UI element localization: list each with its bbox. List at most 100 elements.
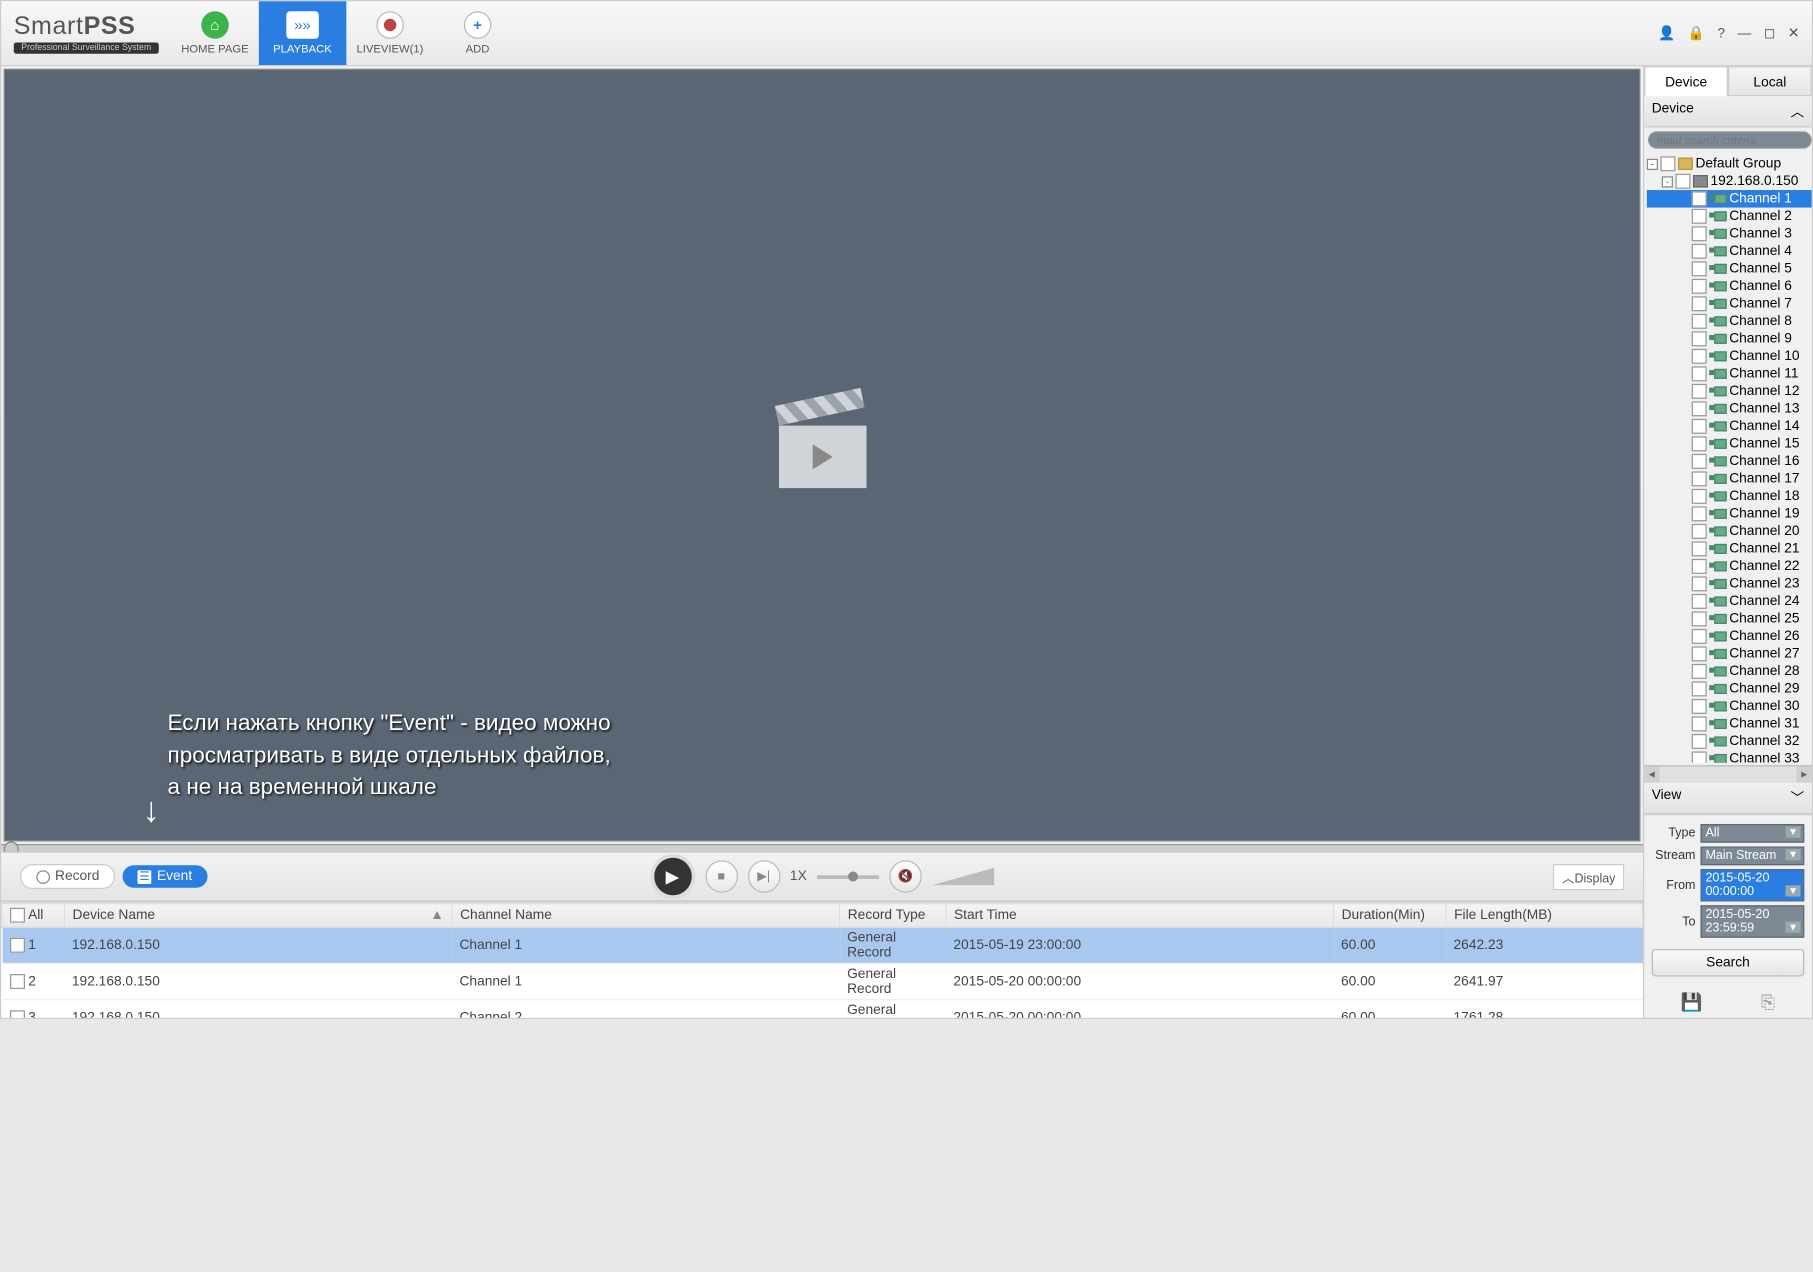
- tab-playback[interactable]: »»PLAYBACK: [259, 1, 347, 65]
- tab-liveview[interactable]: LIVEVIEW(1): [346, 1, 434, 65]
- expand-icon: ﹀: [1790, 788, 1804, 808]
- table-row[interactable]: 2192.168.0.150Channel 1General Record201…: [2, 964, 1642, 1000]
- tree-item[interactable]: Channel 3: [1647, 225, 1812, 243]
- device-search-input[interactable]: [1648, 131, 1812, 149]
- camera-icon: [1709, 350, 1727, 363]
- tree-item[interactable]: Channel 22: [1647, 558, 1812, 576]
- expander-icon[interactable]: -: [1662, 176, 1673, 187]
- search-button[interactable]: Search: [1652, 949, 1805, 977]
- tree-item[interactable]: Channel 13: [1647, 400, 1812, 418]
- tree-item[interactable]: Channel 31: [1647, 715, 1812, 733]
- col-length[interactable]: File Length(MB): [1446, 903, 1642, 927]
- record-mode-button[interactable]: Record: [20, 864, 116, 889]
- tree-item[interactable]: Channel 24: [1647, 593, 1812, 611]
- tab-device-source[interactable]: Device: [1644, 66, 1728, 96]
- tree-item[interactable]: Channel 1: [1647, 190, 1812, 208]
- camera-icon: [1709, 315, 1727, 328]
- tree-item[interactable]: Channel 19: [1647, 505, 1812, 523]
- video-viewport[interactable]: Если нажать кнопку "Event" - видео можно…: [4, 69, 1641, 842]
- titlebar: SmartPSS Professional Surveillance Syste…: [1, 1, 1811, 66]
- lock-icon[interactable]: 🔒: [1685, 23, 1707, 44]
- close-icon[interactable]: ✕: [1785, 23, 1802, 44]
- tree-item[interactable]: Channel 9: [1647, 330, 1812, 348]
- display-toggle[interactable]: ︿Display: [1553, 863, 1624, 889]
- volume-slider[interactable]: [932, 868, 995, 886]
- from-label: From: [1652, 878, 1696, 892]
- next-frame-button[interactable]: ▶|: [747, 860, 780, 893]
- expander-icon[interactable]: -: [1647, 158, 1658, 169]
- tree-item[interactable]: Channel 6: [1647, 278, 1812, 296]
- mute-button[interactable]: 🔇: [889, 860, 922, 893]
- speed-slider[interactable]: [817, 875, 880, 879]
- camera-icon: [1709, 525, 1727, 538]
- search-filters: TypeAll StreamMain Stream From2015-05-20…: [1644, 814, 1812, 1018]
- minimize-icon[interactable]: —: [1735, 23, 1754, 43]
- help-icon[interactable]: ?: [1715, 23, 1728, 43]
- camera-icon: [1709, 683, 1727, 696]
- row-checkbox[interactable]: [9, 938, 24, 953]
- tree-item[interactable]: Channel 4: [1647, 243, 1812, 261]
- logo: SmartPSS Professional Surveillance Syste…: [1, 1, 171, 65]
- tree-item[interactable]: Channel 7: [1647, 295, 1812, 313]
- tree-item[interactable]: Channel 10: [1647, 348, 1812, 366]
- tree-item[interactable]: Channel 29: [1647, 680, 1812, 698]
- tree-item[interactable]: Channel 12: [1647, 383, 1812, 401]
- tree-item[interactable]: Channel 5: [1647, 260, 1812, 278]
- type-select[interactable]: All: [1700, 824, 1804, 843]
- tree-item[interactable]: Channel 21: [1647, 540, 1812, 558]
- save-icon[interactable]: 💾: [1681, 992, 1703, 1013]
- tree-item[interactable]: Channel 11: [1647, 365, 1812, 383]
- right-panel: Device Local Device︿ 🔍 - Default Group- …: [1643, 66, 1812, 1018]
- col-channel[interactable]: Channel Name: [452, 903, 840, 927]
- table-row[interactable]: 1192.168.0.150Channel 1General Record201…: [2, 927, 1642, 963]
- tree-item[interactable]: Channel 28: [1647, 663, 1812, 681]
- checkbox-all[interactable]: [10, 908, 25, 923]
- row-checkbox[interactable]: [9, 974, 24, 989]
- tree-item[interactable]: Channel 18: [1647, 488, 1812, 506]
- device-section-header[interactable]: Device︿: [1644, 96, 1812, 127]
- tree-item[interactable]: Channel 14: [1647, 418, 1812, 436]
- seek-bar[interactable]: [1, 844, 1643, 852]
- source-tabs: Device Local: [1644, 66, 1812, 96]
- tree-item[interactable]: Channel 16: [1647, 453, 1812, 471]
- tree-item[interactable]: - 192.168.0.150: [1647, 173, 1812, 191]
- event-mode-button[interactable]: Event: [123, 865, 207, 888]
- tree-hscrollbar[interactable]: [1644, 765, 1812, 783]
- tree-item[interactable]: Channel 33: [1647, 750, 1812, 763]
- tree-item[interactable]: - Default Group: [1647, 155, 1812, 173]
- export-icon[interactable]: ⎘: [1761, 992, 1775, 1013]
- col-duration[interactable]: Duration(Min): [1333, 903, 1446, 927]
- col-start[interactable]: Start Time: [946, 903, 1334, 927]
- tree-item[interactable]: Channel 20: [1647, 523, 1812, 541]
- tree-item[interactable]: Channel 2: [1647, 208, 1812, 226]
- table-row[interactable]: 3192.168.0.150Channel 2General Record201…: [2, 1000, 1642, 1018]
- camera-icon: [1709, 228, 1727, 241]
- tree-item[interactable]: Channel 27: [1647, 645, 1812, 663]
- tab-add[interactable]: +ADD: [434, 1, 522, 65]
- tree-item[interactable]: Channel 17: [1647, 470, 1812, 488]
- camera-icon: [1709, 455, 1727, 468]
- tree-item[interactable]: Channel 32: [1647, 733, 1812, 751]
- view-section-header[interactable]: View﹀: [1644, 783, 1812, 814]
- tree-item[interactable]: Channel 8: [1647, 313, 1812, 331]
- col-device[interactable]: Device Name▲: [64, 903, 452, 927]
- add-icon: +: [464, 11, 492, 39]
- camera-icon: [1709, 595, 1727, 608]
- tree-item[interactable]: Channel 30: [1647, 698, 1812, 716]
- tree-item[interactable]: Channel 23: [1647, 575, 1812, 593]
- from-datetime[interactable]: 2015-05-20 00:00:00: [1700, 869, 1804, 902]
- user-icon[interactable]: 👤: [1656, 23, 1678, 44]
- tab-home[interactable]: ⌂HOME PAGE: [171, 1, 259, 65]
- col-all[interactable]: All: [2, 903, 65, 927]
- to-datetime[interactable]: 2015-05-20 23:59:59: [1700, 905, 1804, 938]
- col-type[interactable]: Record Type: [840, 903, 946, 927]
- camera-icon: [1709, 280, 1727, 293]
- tree-item[interactable]: Channel 25: [1647, 610, 1812, 628]
- stream-select[interactable]: Main Stream: [1700, 846, 1804, 865]
- tree-item[interactable]: Channel 15: [1647, 435, 1812, 453]
- maximize-icon[interactable]: ◻: [1761, 23, 1777, 44]
- stop-button[interactable]: ■: [705, 860, 738, 893]
- play-button[interactable]: ▶: [650, 854, 695, 899]
- tab-local-source[interactable]: Local: [1728, 66, 1812, 96]
- tree-item[interactable]: Channel 26: [1647, 628, 1812, 646]
